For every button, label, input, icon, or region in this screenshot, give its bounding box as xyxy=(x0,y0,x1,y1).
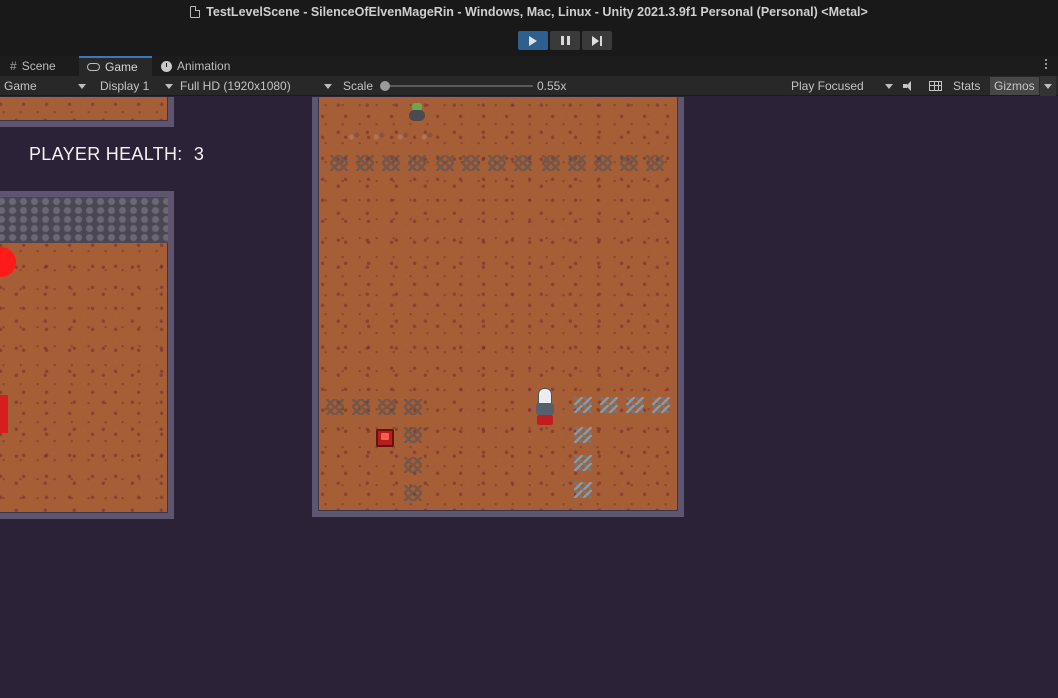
title-bar: TestLevelScene - SilenceOfElvenMageRin -… xyxy=(0,0,1058,56)
gizmos-label: Gizmos xyxy=(990,77,1039,95)
enemy-goblin xyxy=(407,103,427,123)
gamepad-icon xyxy=(87,63,100,71)
more-options-icon[interactable] xyxy=(1045,59,1048,69)
shortcuts-button[interactable] xyxy=(929,76,942,96)
tab-animation[interactable]: Animation xyxy=(161,56,230,76)
play-icon xyxy=(529,35,537,46)
play-mode-dropdown[interactable]: Play Focused xyxy=(791,76,893,96)
play-controls xyxy=(518,31,612,50)
rubble xyxy=(396,131,410,141)
spike-trap xyxy=(514,155,532,171)
spike-trap xyxy=(404,427,422,443)
scale-label: Scale xyxy=(343,79,374,93)
hash-icon: # xyxy=(10,59,17,73)
mute-audio-button[interactable] xyxy=(903,76,915,96)
tab-label: Game xyxy=(105,60,138,74)
spike-trap xyxy=(542,155,560,171)
rubble xyxy=(347,131,361,141)
spike-trap-active xyxy=(626,397,644,413)
health-label: PLAYER HEALTH: xyxy=(29,144,183,164)
view-mode-dropdown[interactable]: Game xyxy=(4,76,88,96)
chevron-down-icon xyxy=(165,83,173,89)
spike-trap xyxy=(646,155,664,171)
tab-label: Animation xyxy=(177,59,231,73)
spike-trap xyxy=(408,155,426,171)
red-door xyxy=(0,395,8,433)
scale-slider-track[interactable] xyxy=(383,85,533,87)
spike-trap xyxy=(404,399,422,415)
display-dropdown[interactable]: Display 1 xyxy=(100,76,174,96)
spike-trap xyxy=(352,399,370,415)
spike-trap-active xyxy=(574,397,592,413)
room-left xyxy=(0,191,174,519)
spike-trap xyxy=(488,155,506,171)
pressure-plate xyxy=(376,429,394,447)
spike-trap xyxy=(568,155,586,171)
chevron-down-icon xyxy=(885,83,893,89)
rubble xyxy=(420,131,434,141)
room-top-left xyxy=(0,97,174,127)
spike-trap xyxy=(382,155,400,171)
game-toolbar: Game Display 1 Full HD (1920x1080) Scale… xyxy=(0,76,1058,96)
player-health-hud: PLAYER HEALTH: 3 xyxy=(29,144,204,165)
document-icon xyxy=(190,6,201,18)
spike-trap xyxy=(436,155,454,171)
tab-label: Scene xyxy=(21,59,56,73)
tab-scene[interactable]: # Scene xyxy=(8,56,58,76)
resolution-dropdown[interactable]: Full HD (1920x1080) xyxy=(180,76,332,96)
spike-trap xyxy=(462,155,480,171)
stats-button[interactable]: Stats xyxy=(953,76,980,96)
speaker-icon xyxy=(903,81,915,91)
spike-trap-active xyxy=(574,482,592,498)
gizmos-button[interactable]: Gizmos xyxy=(990,76,1039,96)
step-button[interactable] xyxy=(582,31,612,50)
chevron-down-icon xyxy=(324,83,332,89)
rubble xyxy=(372,131,386,141)
spike-trap xyxy=(594,155,612,171)
editor-tabs: # Scene Game Animation xyxy=(0,56,1058,76)
spike-trap-active xyxy=(574,455,592,471)
tab-game[interactable]: Game xyxy=(79,56,152,76)
pause-icon xyxy=(560,36,570,45)
spike-trap xyxy=(378,399,396,415)
window-title-row: TestLevelScene - SilenceOfElvenMageRin -… xyxy=(0,3,1058,21)
spike-trap xyxy=(356,155,374,171)
window-title: TestLevelScene - SilenceOfElvenMageRin -… xyxy=(206,5,868,19)
pause-button[interactable] xyxy=(550,31,580,50)
spike-trap xyxy=(330,155,348,171)
spike-trap-active xyxy=(652,397,670,413)
clock-icon xyxy=(161,60,172,72)
gizmos-dropdown[interactable] xyxy=(1040,76,1056,96)
grid-icon xyxy=(929,81,942,91)
spike-trap xyxy=(326,399,344,415)
play-mode-label: Play Focused xyxy=(791,79,864,93)
play-button[interactable] xyxy=(518,31,548,50)
view-mode-label: Game xyxy=(4,79,37,93)
step-icon xyxy=(592,35,602,46)
spike-trap xyxy=(620,155,638,171)
spike-trap xyxy=(404,457,422,473)
spike-trap xyxy=(404,485,422,501)
scale-value: 0.55x xyxy=(537,79,567,93)
game-view[interactable]: PLAYER HEALTH: 3 xyxy=(0,97,1058,698)
health-value: 3 xyxy=(193,144,205,164)
player-character xyxy=(534,388,556,425)
spike-trap-active xyxy=(600,397,618,413)
resolution-label: Full HD (1920x1080) xyxy=(180,79,291,93)
chevron-down-icon xyxy=(1044,83,1052,89)
display-label: Display 1 xyxy=(100,79,150,93)
spike-trap-active xyxy=(574,427,592,443)
scale-slider-handle[interactable] xyxy=(380,81,390,91)
chevron-down-icon xyxy=(78,83,86,89)
stone-wall xyxy=(0,197,168,243)
